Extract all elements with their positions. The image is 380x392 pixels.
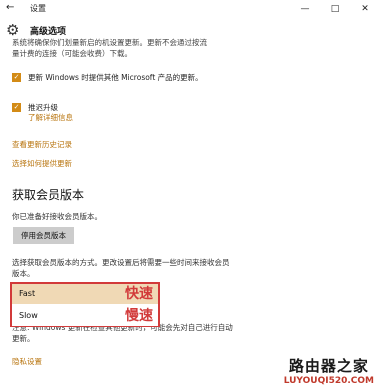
dropdown-option-slow[interactable]: Slow 慢速 [12,306,158,326]
note-line-2: 更新。 [12,334,35,343]
window-titlebar: ← 设置 — □ ✕ [0,0,380,18]
back-arrow-icon[interactable]: ← [6,2,14,13]
top-description: 系统将确保你们划量新启的机设置更新。更新不会通过按流 量计费的连接（可能会收费）… [12,38,362,62]
privacy-settings-link[interactable]: 隐私设置 [12,356,42,367]
option-annotation: 快速 [125,286,153,302]
dropdown-option-fast[interactable]: Fast 快速 [12,284,158,304]
checkbox-row-other-products[interactable]: ✓ 更新 Windows 时提供其他 Microsoft 产品的更新。 [12,73,203,82]
page-title: 高级选项 [30,27,67,37]
choose-text-line-1: 选择获取会员版本的方式。更改设置后将需要一些时间来接收会员 [12,258,230,267]
close-button[interactable]: ✕ [350,0,380,18]
choose-text-line-2: 版本。 [12,269,35,278]
description-line-2: 量计费的连接（可能会收费）下载。 [12,49,132,58]
checkbox-checked-icon[interactable]: ✓ [12,103,21,112]
site-watermark: 路由器之家 LUYOUQI520.COM [284,355,374,386]
option-label: Slow [19,311,38,320]
description-line-1: 系统将确保你们划量新启的机设置更新。更新不会通过按流 [12,38,207,47]
insider-choose-text: 选择获取会员版本的方式。更改设置后将需要一些时间来接收会员 版本。 [12,257,362,279]
window-title: 设置 [30,4,46,13]
maximize-button[interactable]: □ [320,0,350,18]
checkbox-row-defer-upgrades[interactable]: ✓ 推迟升级 了解详细信息 [12,103,73,123]
window-controls: — □ ✕ [290,0,380,18]
watermark-url: LUYOUQI520.COM [283,376,374,386]
option-label: Fast [19,289,36,298]
section-title-insider: 获取会员版本 [12,188,85,202]
learn-more-link[interactable]: 了解详细信息 [28,112,73,123]
stop-insider-button[interactable]: 停用会员版本 [13,227,74,244]
option-annotation: 慢速 [125,308,153,324]
checkbox-label: 更新 Windows 时提供其他 Microsoft 产品的更新。 [28,73,203,82]
view-update-history-link[interactable]: 查看更新历史记录 [12,139,72,150]
minimize-button[interactable]: — [290,0,320,18]
watermark-title: 路由器之家 [288,357,369,375]
checkbox-checked-icon[interactable]: ✓ [12,73,21,82]
insider-level-dropdown[interactable]: Fast 快速 Slow 慢速 [10,282,160,327]
choose-delivery-link[interactable]: 选择如何提供更新 [12,158,72,169]
checkbox-label: 推迟升级 [28,103,58,112]
insider-ready-text: 你已准备好接收会员版本。 [12,212,102,221]
